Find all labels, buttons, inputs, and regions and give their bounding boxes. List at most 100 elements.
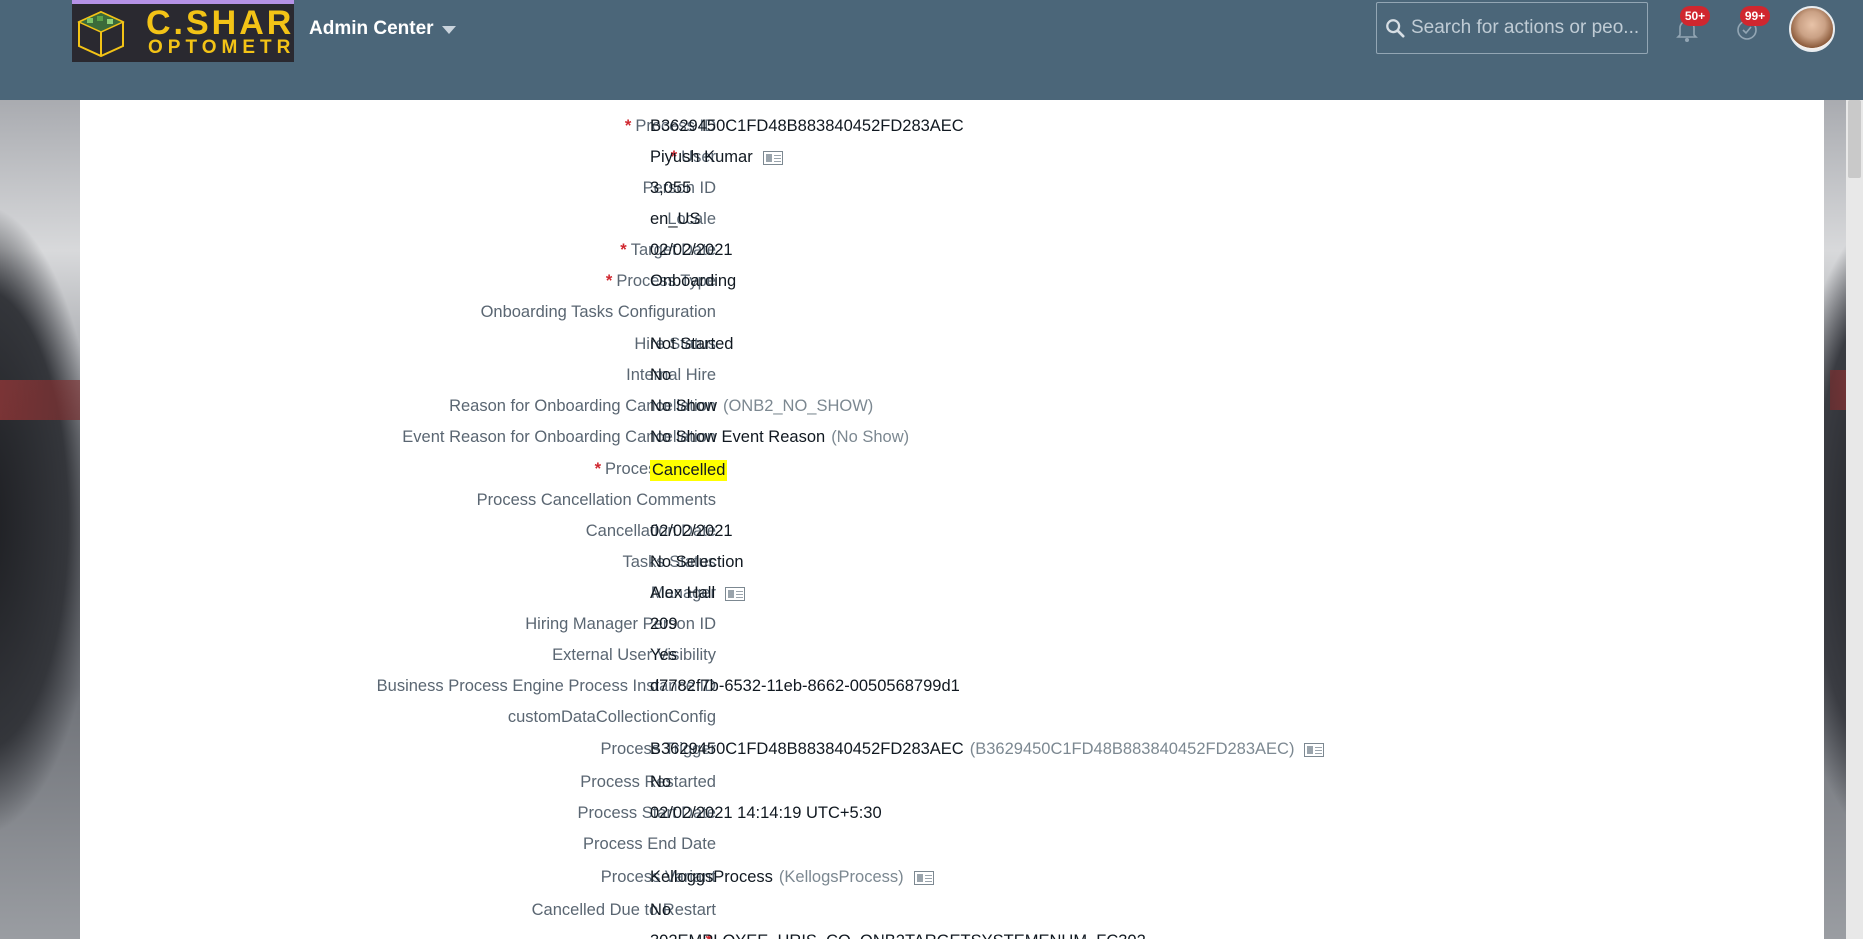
field-row: External User Visibility Yes	[80, 646, 1824, 670]
required-marker: *	[624, 117, 632, 135]
field-value-text: No Show Event Reason	[650, 428, 826, 446]
field-value: No Selection	[650, 553, 744, 572]
field-row: Business Process Engine Process Instance…	[80, 677, 1824, 701]
field-value-text: 302EMPLOYEE_HRIS_CO_ONB2TARGETSYSTEMENUM…	[650, 932, 1146, 939]
field-value-text: Yes	[650, 646, 677, 664]
field-value-text: No	[650, 773, 672, 791]
field-value-text: No	[650, 366, 672, 384]
field-value-text: Piyush Kumar	[650, 148, 753, 166]
field-row: Tasks Status No Selection	[80, 553, 1824, 577]
logo-text-primary: C.SHAR	[146, 4, 294, 42]
contact-card-icon[interactable]	[1304, 742, 1325, 757]
field-value: KelloggsProcess (KellogsProcess)	[650, 868, 934, 887]
scrollbar-thumb[interactable]	[1848, 100, 1861, 178]
field-label: Onboarding Tasks Configuration	[481, 303, 716, 322]
field-value: Not Started	[650, 335, 733, 354]
notifications-button[interactable]: 50+	[1672, 6, 1710, 44]
background-decoration	[0, 380, 80, 420]
user-avatar[interactable]	[1789, 6, 1835, 52]
field-row: Hiring Manager Person ID 209	[80, 615, 1824, 639]
approvals-button[interactable]: 99+	[1732, 6, 1770, 44]
field-row: *Process StatusCancelled	[80, 460, 1824, 484]
field-value: 209	[650, 615, 678, 634]
field-label: Process End Date	[583, 835, 716, 854]
field-value: 3,055	[650, 179, 691, 198]
field-label: customDataCollectionConfig	[508, 708, 716, 727]
company-logo[interactable]: C.SHAR OPTOMETR	[72, 0, 294, 62]
search-box[interactable]	[1376, 2, 1648, 54]
field-value-text: 02/02/2021 14:14:19 UTC+5:30	[650, 804, 882, 822]
field-row: Process End Date	[80, 835, 1824, 859]
field-value-text: No	[650, 901, 672, 919]
field-row: Cancellation Date 02/02/2021	[80, 522, 1824, 546]
field-value-text: 209	[650, 615, 678, 633]
field-value: en_US	[650, 210, 700, 229]
field-label: Cancelled Due to Restart	[532, 901, 716, 920]
field-value: 02/02/2021	[650, 241, 733, 260]
field-value-text: Alex Hall	[650, 584, 716, 602]
notifications-badge: 50+	[1680, 6, 1710, 26]
page-scrollbar[interactable]	[1846, 100, 1863, 939]
field-row: Process Trigger B3629450C1FD48B883840452F…	[80, 740, 1824, 764]
field-row: Manager Alex Hall	[80, 584, 1824, 608]
logo-text-secondary: OPTOMETR	[148, 37, 294, 58]
field-label-text: Process Restarted	[580, 773, 716, 791]
field-label-text: Hiring Manager Person ID	[525, 615, 716, 633]
field-row: Hire Status Not Started	[80, 335, 1824, 359]
field-row: customDataCollectionConfig	[80, 708, 1824, 732]
field-value-code: (ONB2_NO_SHOW)	[722, 397, 874, 415]
field-value: No	[650, 366, 671, 385]
field-row: Internal Hire No	[80, 366, 1824, 390]
app-title-label: Admin Center	[309, 18, 434, 39]
search-icon	[1386, 19, 1405, 38]
required-marker: *	[620, 241, 627, 259]
field-value-text: 02/02/2021	[650, 522, 733, 540]
chevron-down-icon	[441, 26, 456, 34]
field-label-text: Process Cancellation Comments	[476, 491, 716, 509]
logo-cube-icon	[77, 10, 125, 58]
field-row: Process Restarted No	[80, 773, 1824, 797]
contact-card-icon[interactable]	[762, 150, 783, 165]
field-value: No	[650, 773, 671, 792]
field-value-code: (B3629450C1FD48B883840452FD283AEC)	[969, 740, 1295, 758]
field-row: Cancelled Due to Restart No	[80, 901, 1824, 925]
field-value: No Show (ONB2_NO_SHOW)	[650, 397, 873, 416]
field-value-code: (KellogsProcess)	[778, 868, 904, 886]
field-value-text: Onboarding	[650, 272, 737, 290]
field-value-text: B3629450C1FD48B883840452FD283AEC	[650, 740, 964, 758]
process-details-panel: * Process ID B3629450C1FD48B883840452FD283…	[80, 100, 1824, 939]
field-value: 02/02/2021	[650, 522, 733, 541]
contact-card-icon[interactable]	[913, 870, 934, 885]
approvals-badge: 99+	[1740, 6, 1770, 26]
field-value-text: 3,055	[650, 179, 692, 197]
field-row: Process Variant KelloggsProcess (KellogsPr…	[80, 868, 1824, 892]
top-header: C.SHAR OPTOMETR Admin Center 50+ 99+	[0, 0, 1863, 100]
field-value-text: Not Started	[650, 335, 734, 353]
field-value-text: No Selection	[650, 553, 744, 571]
field-value: No Show Event Reason (No Show)	[650, 428, 909, 447]
required-marker: *	[605, 272, 613, 290]
field-label: Process Cancellation Comments	[477, 491, 716, 510]
field-row: Process Cancellation Comments	[80, 491, 1824, 515]
required-marker: *	[594, 460, 602, 478]
status-badge: Cancelled	[650, 460, 728, 481]
field-row: * Process Type Onboarding	[80, 272, 1824, 296]
field-value: 02/02/2021 14:14:19 UTC+5:30	[650, 804, 882, 823]
field-row: *302EMPLOYEE_HRIS_CO_ONB2TARGETSYSTEMENU…	[80, 932, 1824, 939]
contact-card-icon[interactable]	[725, 586, 746, 601]
field-value-text: en_US	[650, 210, 701, 228]
field-value: d7782f7b-6532-11eb-8662-0050568799d1	[650, 677, 960, 696]
field-row: Onboarding Tasks Configuration	[80, 303, 1824, 327]
field-label-text: Cancelled Due to Restart	[531, 901, 716, 919]
field-row: * User Piyush Kumar	[80, 148, 1824, 172]
field-value-text: B3629450C1FD48B883840452FD283AEC	[650, 117, 964, 135]
admin-center-menu[interactable]: Admin Center	[309, 18, 456, 40]
field-value-text: d7782f7b-6532-11eb-8662-0050568799d1	[650, 677, 960, 695]
field-value-text: KelloggsProcess	[650, 868, 773, 886]
field-value: B3629450C1FD48B883840452FD283AEC	[650, 117, 964, 136]
field-row: Reason for Onboarding Cancellation No Sho…	[80, 397, 1824, 421]
field-label-text: Process End Date	[583, 835, 716, 853]
search-input[interactable]	[1411, 17, 1647, 39]
field-row: Person ID 3,055	[80, 179, 1824, 203]
field-value-code: (No Show)	[831, 428, 910, 446]
